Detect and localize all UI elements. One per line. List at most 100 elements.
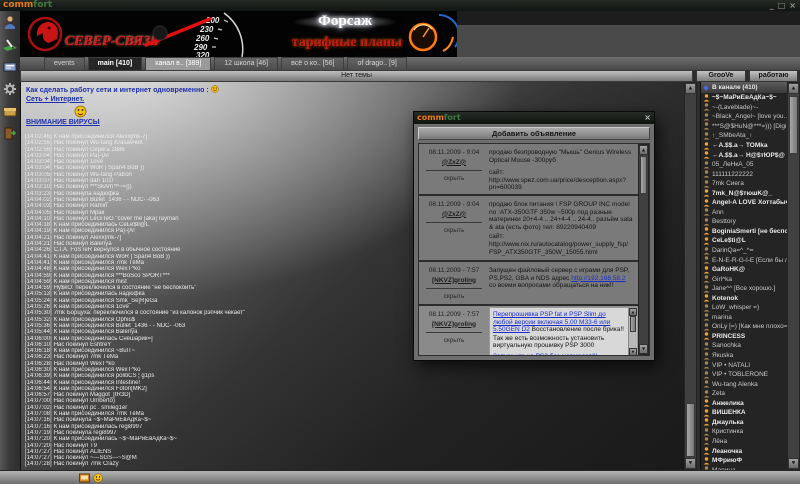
hide-link[interactable]: скрыть — [419, 175, 489, 183]
user-list-item[interactable]: 7mk Сиега — [701, 179, 787, 189]
ps2-games-link[interactable]: Запуск игр на PS2 без мормодов!!! — [493, 353, 598, 355]
channel-tab[interactable]: of drago.. [9] — [347, 57, 406, 70]
announcements-dialog[interactable]: commfort × Добавить объявление 08.11.200… — [413, 111, 655, 361]
announcement-inner-scrollbar[interactable]: ▲ ▼ — [628, 308, 637, 355]
inner-scroll-up-button[interactable]: ▲ — [629, 308, 637, 316]
image-card-icon[interactable] — [3, 60, 17, 74]
divider — [426, 222, 482, 223]
announcement-author[interactable]: @ZхZ@ — [419, 159, 489, 167]
minimize-button[interactable]: _ — [770, 1, 774, 10]
user-list-item[interactable]: OnLy [=) [Как мне плохо=(] — [701, 322, 787, 332]
dialog-title-bar[interactable]: commfort × — [414, 112, 654, 124]
channel-tab[interactable]: main [410] — [88, 57, 143, 70]
user-list-item[interactable]: Angel-A LOVE Хоттабыч — [701, 198, 787, 208]
hide-link[interactable]: скрыть — [419, 293, 489, 301]
announcement-text-scrollable[interactable]: Перепрошивка PSP fat и PSP Slim до любой… — [489, 307, 638, 355]
inner-scroll-down-button[interactable]: ▼ — [629, 348, 637, 355]
user-list-item[interactable]: ←A.$$.a→ TOMka — [701, 141, 787, 151]
user-list-item[interactable]: ВИШЕНКА — [701, 408, 787, 418]
user-list-item[interactable]: Zeta — [701, 389, 787, 399]
smiley-picker-icon[interactable] — [93, 473, 103, 483]
channel-tab[interactable]: 12 школа [46] — [214, 57, 278, 70]
add-announcement-button[interactable]: Добавить объявление — [418, 127, 650, 140]
user-name: Angel-A LOVE Хоттабыч — [712, 198, 787, 207]
ad-banner[interactable]: СЕВЕР-СВЯЗЬ 200 230 260 290 320 Форсаж т… — [20, 11, 457, 57]
user-list-item[interactable]: 05_ЛеНкА_05 — [701, 160, 787, 170]
user-list-item[interactable]: VIP • TOBLERONE — [701, 370, 787, 380]
status-button[interactable]: работаю — [749, 70, 798, 82]
user-list-item[interactable]: ~-(Laveblade)~- — [701, 103, 787, 113]
dialog-scroll-up-button[interactable]: ▲ — [639, 145, 648, 155]
announcement-author[interactable]: [NKVZ]groling — [419, 321, 489, 329]
user-list-item[interactable]: 7mk_N@$тюшK@_ — [701, 188, 787, 198]
virus-warning-link[interactable]: ВНИМАНИЕ ВИРУСЫ — [26, 119, 100, 127]
announcement-author[interactable]: @ZхZ@ — [419, 211, 489, 219]
chat-scrollbar[interactable]: ▲ ▼ — [684, 82, 697, 470]
user-list-item[interactable]: Girl^ka — [701, 274, 787, 284]
user-list-item[interactable]: Kotenok — [701, 293, 787, 303]
user-list-item[interactable]: LoW_whisper =) — [701, 303, 787, 313]
user-list-item[interactable]: Jane^^ [Все хорошо.] — [701, 284, 787, 294]
user-list-header[interactable]: В канале (410) — [701, 82, 787, 93]
chat-scroll-down-button[interactable]: ▼ — [685, 458, 696, 469]
user-list-item[interactable]: GaRoHK@ — [701, 265, 787, 275]
user-list-item[interactable]: ↑_SMbeAta_↑ — [701, 131, 787, 141]
groove-button[interactable]: GrooVe — [696, 70, 746, 82]
user-list-item[interactable]: Лёна — [701, 437, 787, 447]
users-scroll-thumb[interactable] — [789, 96, 798, 154]
title-bar[interactable]: commfort _ □ × — [0, 0, 800, 11]
users-scroll-up-button[interactable]: ▲ — [788, 83, 799, 94]
user-list-item[interactable]: ←A.$$.a→ Н@$тЮР$@ — [701, 150, 787, 160]
hide-link[interactable]: скрыть — [419, 337, 489, 345]
user-list-item[interactable]: Джаулька — [701, 418, 787, 428]
user-list-item[interactable]: Sanochka — [701, 341, 787, 351]
server-address-link[interactable]: http://192.168.58.2 — [571, 275, 625, 282]
files-folder-icon[interactable] — [3, 104, 17, 118]
channel-tab[interactable]: events — [44, 57, 85, 70]
user-list-item[interactable]: Леаночка — [701, 446, 787, 456]
user-list-item[interactable]: Besttory — [701, 217, 787, 227]
user-list-item[interactable]: BoginiaSmerti [не беспокоить ... — [701, 227, 787, 237]
user-list-item[interactable]: E-N-E-R-G-I-E [Если бы лекар... — [701, 255, 787, 265]
user-list-item[interactable]: Wu-tang Alenka — [701, 379, 787, 389]
channel-tab[interactable]: канал в.. [389] — [145, 57, 211, 70]
user-list-scrollbar[interactable]: ▲ ▼ — [787, 82, 800, 470]
user-list-item[interactable]: DarinQa=^_^= — [701, 246, 787, 256]
settings-gear-icon[interactable] — [3, 82, 17, 96]
restore-button[interactable]: □ — [778, 1, 786, 10]
announcement-author[interactable]: [NKVZ]groling — [419, 277, 489, 285]
user-list-item[interactable]: Анжелика — [701, 399, 787, 409]
exit-door-icon[interactable] — [3, 126, 17, 140]
inner-scroll-thumb[interactable] — [630, 316, 636, 332]
user-list-item[interactable]: Кристинка — [701, 427, 787, 437]
close-button[interactable]: × — [789, 1, 796, 10]
user-name: Леаночка — [712, 447, 742, 456]
channel-tab[interactable]: всё о ко.. [56] — [281, 57, 344, 70]
user-person-icon — [703, 218, 710, 226]
user-name: Besttory — [712, 217, 736, 226]
hide-link[interactable]: скрыть — [419, 227, 489, 235]
user-list-item[interactable]: ***S@$HuN@***=))) [Digi Digi ... — [701, 122, 787, 132]
dialog-close-button[interactable]: × — [644, 112, 651, 123]
user-list-item[interactable]: ~Black_Angel~ [love you...] — [701, 112, 787, 122]
log-message: Нас покинул ***SkAm™~=])) — [54, 184, 132, 190]
send-image-icon[interactable] — [79, 473, 90, 483]
log-message: К нам присоединился mist — [54, 279, 127, 285]
dialog-scroll-thumb[interactable] — [640, 156, 647, 194]
user-list-item[interactable]: Якuska — [701, 351, 787, 361]
user-list-item[interactable]: marina — [701, 313, 787, 323]
user-list-item[interactable]: 111111222222 — [701, 169, 787, 179]
users-scroll-down-button[interactable]: ▼ — [788, 458, 799, 469]
user-list-item[interactable]: Ann — [701, 208, 787, 218]
user-list-item[interactable]: PRINCESS — [701, 332, 787, 342]
user-list-item[interactable]: VIP • NATALI — [701, 360, 787, 370]
user-list-item[interactable]: МФриюФ — [701, 456, 787, 466]
autograph-pen-icon[interactable] — [3, 38, 17, 52]
chat-scroll-thumb[interactable] — [686, 403, 695, 457]
user-list-item[interactable]: ~$~МаРиЕвАдКа~$~ — [701, 93, 787, 103]
dialog-scrollbar[interactable]: ▲ ▼ — [638, 144, 649, 355]
user-profile-icon[interactable] — [3, 15, 17, 29]
dialog-scroll-down-button[interactable]: ▼ — [639, 344, 648, 354]
chat-scroll-up-button[interactable]: ▲ — [685, 83, 696, 94]
user-list-item[interactable]: CeLe$ti@L — [701, 236, 787, 246]
